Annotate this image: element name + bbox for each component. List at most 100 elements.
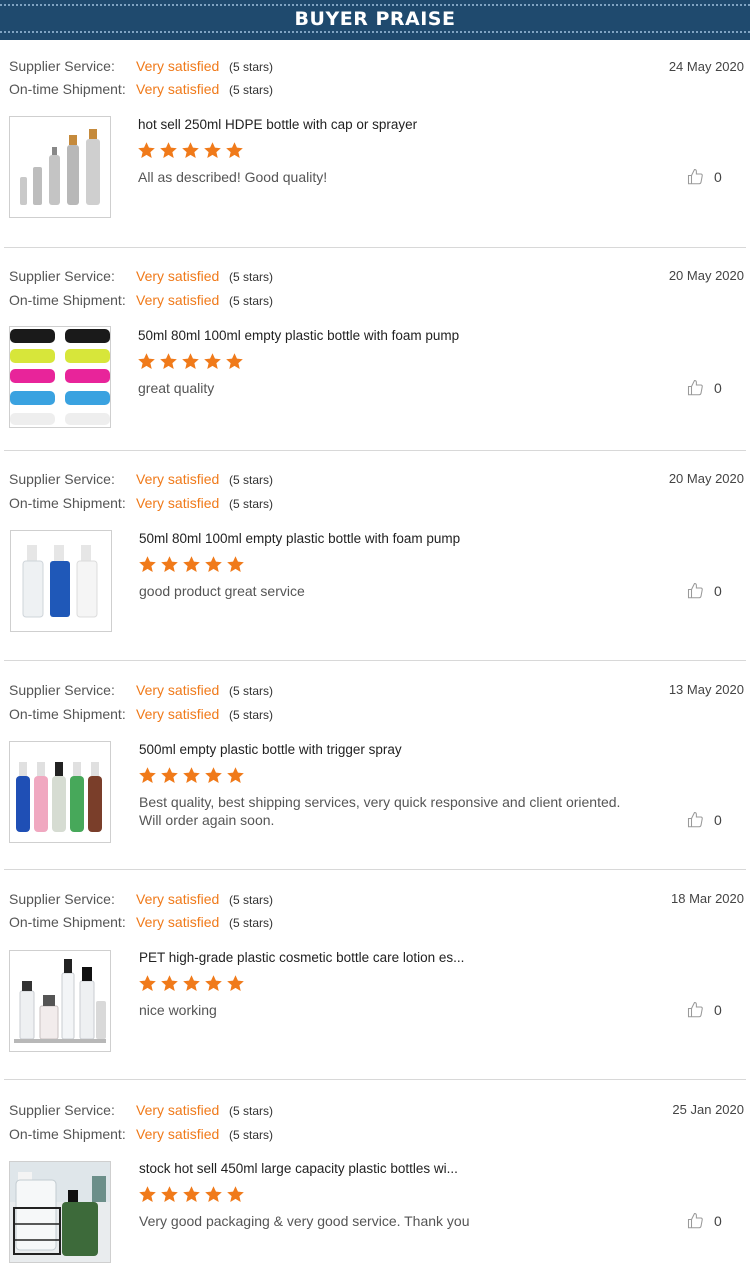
star-icon (227, 556, 244, 573)
star-icon (182, 353, 199, 370)
rating-stars (138, 555, 245, 574)
star-icon (183, 975, 200, 992)
foam-bottles-basket-image (10, 1162, 110, 1262)
supplier-service-label: Supplier Service: (9, 471, 115, 487)
like-button[interactable]: 0 (687, 168, 722, 186)
like-button[interactable]: 0 (687, 1212, 722, 1230)
review-item: Supplier Service: Very satisfied (5 star… (0, 248, 750, 451)
ontime-shipment-label: On-time Shipment: (9, 292, 126, 308)
supplier-service-value: Very satisfied (136, 471, 220, 487)
buyer-praise-header: BUYER PRAISE (0, 0, 750, 40)
supplier-service-label: Supplier Service: (9, 891, 115, 907)
supplier-service-value: Very satisfied (136, 1102, 220, 1118)
star-icon (161, 767, 178, 784)
ontime-shipment-label: On-time Shipment: (9, 1126, 126, 1142)
ontime-shipment-value: Very satisfied (136, 706, 220, 722)
supplier-service-stars: (5 stars) (229, 684, 274, 698)
review-item: Supplier Service: Very satisfied (5 star… (0, 661, 750, 870)
supplier-service-row: Supplier Service: Very satisfied (5 star… (9, 682, 273, 698)
product-thumbnail[interactable] (9, 326, 111, 428)
thumbs-up-icon (687, 811, 703, 828)
product-title-link[interactable]: 50ml 80ml 100ml empty plastic bottle wit… (138, 328, 459, 343)
supplier-service-stars: (5 stars) (229, 270, 274, 284)
like-button[interactable]: 0 (687, 811, 722, 829)
star-icon (205, 1186, 222, 1203)
star-icon (139, 767, 156, 784)
product-title-link[interactable]: stock hot sell 450ml large capacity plas… (139, 1161, 458, 1176)
supplier-service-value: Very satisfied (136, 58, 220, 74)
ontime-shipment-stars: (5 stars) (229, 708, 274, 722)
star-icon (227, 975, 244, 992)
review-item: Supplier Service: Very satisfied (5 star… (0, 451, 750, 661)
review-comment: nice working (139, 1002, 217, 1018)
like-button[interactable]: 0 (687, 582, 722, 600)
page-title: BUYER PRAISE (294, 7, 456, 30)
supplier-service-stars: (5 stars) (229, 473, 274, 487)
ontime-shipment-row: On-time Shipment: Very satisfied (5 star… (9, 706, 273, 722)
thumbs-up-icon (687, 168, 703, 185)
ontime-shipment-stars: (5 stars) (229, 497, 274, 511)
ontime-shipment-value: Very satisfied (136, 81, 220, 97)
star-icon (204, 353, 221, 370)
product-thumbnail[interactable] (9, 116, 111, 218)
star-icon (161, 556, 178, 573)
star-icon (138, 353, 155, 370)
product-title-link[interactable]: 50ml 80ml 100ml empty plastic bottle wit… (139, 531, 460, 546)
like-button[interactable]: 0 (687, 379, 722, 397)
ontime-shipment-row: On-time Shipment: Very satisfied (5 star… (9, 292, 273, 308)
thumbs-up-icon (687, 379, 703, 396)
product-title-link[interactable]: hot sell 250ml HDPE bottle with cap or s… (138, 117, 417, 132)
product-title-link[interactable]: 500ml empty plastic bottle with trigger … (139, 742, 402, 757)
star-icon (227, 1186, 244, 1203)
supplier-service-value: Very satisfied (136, 891, 220, 907)
star-icon (205, 975, 222, 992)
star-icon (182, 142, 199, 159)
foam-pump-bottles-image (11, 531, 111, 631)
rating-stars (138, 1185, 245, 1204)
star-icon (205, 767, 222, 784)
review-date: 18 Mar 2020 (671, 891, 744, 906)
supplier-service-label: Supplier Service: (9, 1102, 115, 1118)
review-comment: All as described! Good quality! (138, 169, 328, 185)
thumbs-up-icon (687, 1001, 703, 1018)
review-date: 24 May 2020 (668, 59, 744, 74)
ontime-shipment-stars: (5 stars) (229, 294, 274, 308)
star-icon (138, 142, 155, 159)
review-date: 20 May 2020 (668, 471, 744, 486)
supplier-service-row: Supplier Service: Very satisfied (5 star… (9, 58, 273, 74)
star-icon (161, 1186, 178, 1203)
product-title-link[interactable]: PET high-grade plastic cosmetic bottle c… (139, 950, 464, 965)
star-icon (139, 1186, 156, 1203)
supplier-service-stars: (5 stars) (229, 60, 274, 74)
ontime-shipment-label: On-time Shipment: (9, 495, 126, 511)
ontime-shipment-value: Very satisfied (136, 914, 220, 930)
rating-stars (137, 141, 244, 160)
product-thumbnail[interactable] (10, 530, 112, 632)
like-button[interactable]: 0 (687, 1001, 722, 1019)
ontime-shipment-value: Very satisfied (136, 495, 220, 511)
rating-stars (138, 974, 245, 993)
review-item: Supplier Service: Very satisfied (5 star… (0, 1080, 750, 1279)
star-icon (227, 767, 244, 784)
ontime-shipment-row: On-time Shipment: Very satisfied (5 star… (9, 1126, 273, 1142)
ontime-shipment-value: Very satisfied (136, 292, 220, 308)
supplier-service-row: Supplier Service: Very satisfied (5 star… (9, 1102, 273, 1118)
supplier-service-value: Very satisfied (136, 268, 220, 284)
supplier-service-stars: (5 stars) (229, 1104, 274, 1118)
ontime-shipment-label: On-time Shipment: (9, 706, 126, 722)
product-thumbnail[interactable] (9, 950, 111, 1052)
supplier-service-row: Supplier Service: Very satisfied (5 star… (9, 471, 273, 487)
like-count: 0 (714, 380, 722, 396)
ontime-shipment-label: On-time Shipment: (9, 914, 126, 930)
review-date: 13 May 2020 (668, 682, 744, 697)
star-icon (226, 353, 243, 370)
rating-stars (137, 352, 244, 371)
review-comment: Very good packaging & very good service.… (139, 1213, 470, 1229)
star-icon (139, 556, 156, 573)
ontime-shipment-stars: (5 stars) (229, 916, 274, 930)
ontime-shipment-row: On-time Shipment: Very satisfied (5 star… (9, 914, 273, 930)
supplier-service-stars: (5 stars) (229, 893, 274, 907)
cosmetic-bottles-image (10, 951, 110, 1051)
product-thumbnail[interactable] (9, 741, 111, 843)
product-thumbnail[interactable] (9, 1161, 111, 1263)
